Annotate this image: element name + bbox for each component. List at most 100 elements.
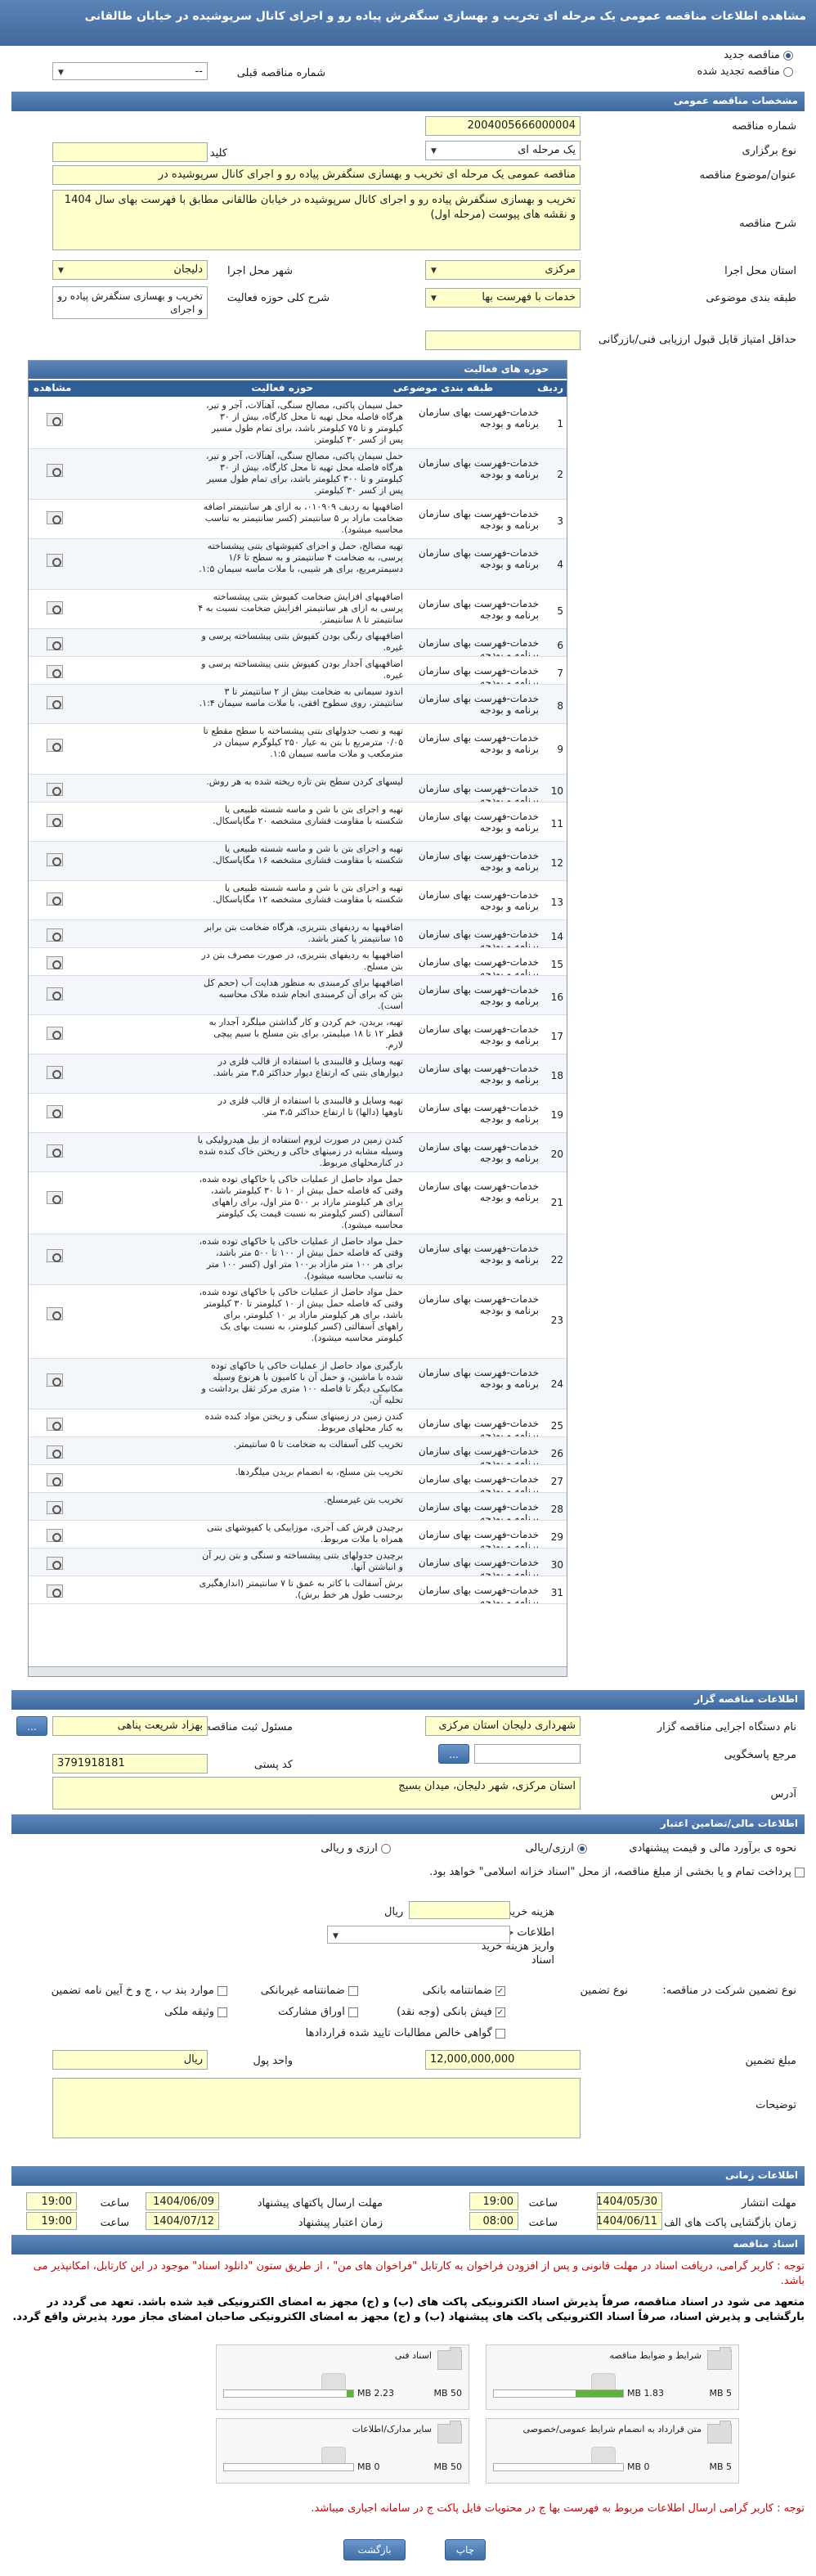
view-icon[interactable] (47, 782, 63, 796)
view-icon[interactable] (47, 955, 63, 969)
treasury-checkbox[interactable] (795, 1867, 805, 1877)
g-property-checkbox[interactable] (217, 2007, 227, 2017)
upload-technical[interactable]: اسناد فنی 50 MB 2.23 MB (216, 2344, 469, 2410)
view-icon[interactable] (47, 1417, 63, 1431)
radio-new-tender[interactable]: مناقصه جدید (724, 49, 793, 61)
g-cash-checkbox[interactable] (495, 2007, 505, 2017)
view-icon[interactable] (47, 1190, 63, 1204)
table-row: 18 خدمات-فهرست بهای سازمان برنامه و بودجه… (29, 1054, 567, 1094)
province-label: استان محل اجرا (724, 265, 796, 277)
view-icon[interactable] (47, 511, 63, 525)
view-icon[interactable] (47, 1027, 63, 1041)
amount-field: 12,000,000,000 (425, 2050, 581, 2070)
return-button[interactable]: بازگشت (343, 2539, 406, 2560)
view-icon[interactable] (47, 814, 63, 828)
postal-field: 3791918181 (52, 1754, 208, 1774)
view-icon[interactable] (47, 696, 63, 710)
prev-number-select[interactable]: -- (52, 62, 208, 80)
view-icon[interactable] (47, 664, 63, 678)
category-select[interactable]: خدمات با فهرست بها (425, 288, 581, 308)
upload-progress (223, 2463, 354, 2471)
col-scope: حوزه فعالیت (251, 382, 313, 393)
activity-grid: حوزه های فعالیت ردیف طبقه بندی موضوعی حو… (28, 360, 567, 1677)
view-icon[interactable] (47, 987, 63, 1001)
view-icon[interactable] (47, 1066, 63, 1080)
radio-renew-tender[interactable]: مناقصه تجدید شده (697, 65, 793, 78)
g-claims-checkbox[interactable] (495, 2028, 505, 2039)
opt-rial-dot[interactable] (577, 1843, 587, 1854)
opt-fx-dot[interactable] (381, 1843, 391, 1854)
view-icon[interactable] (47, 464, 63, 478)
row-category: خدمات-فهرست بهای سازمان برنامه و بودجه (418, 693, 539, 716)
upload-conditions[interactable]: شرایط و ضوابط مناقصه 5 MB 1.83 MB (486, 2344, 739, 2410)
province-select[interactable]: مرکزی (425, 260, 581, 280)
opt-rial[interactable]: ارزی/ریالی (525, 1842, 587, 1854)
print-button[interactable]: چاپ (445, 2539, 486, 2560)
g-bonds-checkbox[interactable] (348, 2007, 358, 2017)
g-bank-checkbox[interactable] (495, 1985, 505, 1996)
row-category: خدمات-فهرست بهای سازمان برنامه و بودجه (418, 1141, 539, 1164)
view-icon[interactable] (47, 413, 63, 427)
row-number: 6 (557, 640, 563, 652)
reference-more-button[interactable]: ... (438, 1744, 469, 1764)
g-cash[interactable]: فیش بانکی (وجه نقد) (397, 2006, 505, 2018)
table-row: 11 خدمات-فهرست بهای سازمان برنامه و بودجه… (29, 802, 567, 842)
official-more-button[interactable]: ... (16, 1716, 47, 1736)
row-scope: اضافهبها برای کرمبندی به منظور هدایت آب … (204, 978, 403, 1011)
section-organizer: اطلاعات مناقصه گزار (11, 1690, 805, 1710)
city-select[interactable]: دلیجان (52, 260, 208, 280)
view-icon[interactable] (47, 1500, 63, 1514)
row-number: 4 (557, 559, 563, 571)
upload-other[interactable]: سایر مدارک/اطلاعات 50 MB 0 MB (216, 2418, 469, 2484)
view-icon[interactable] (47, 636, 63, 650)
section-general: مشخصات مناقصه عمومی (11, 92, 805, 111)
row-category: خدمات-فهرست بهای سازمان برنامه و بودجه (418, 1023, 539, 1046)
pub-time: 19:00 (469, 2192, 518, 2210)
view-icon[interactable] (47, 601, 63, 615)
g-bank[interactable]: ضمانتنامه بانکی (423, 1985, 505, 1997)
scope-list[interactable]: تخریب و بهسازی سنگفرش پیاده رو و اجرای (52, 286, 208, 319)
doc-deadline-label: مهلت ارسال پاکتهای پیشنهاد (257, 2197, 383, 2210)
view-icon[interactable] (47, 1445, 63, 1459)
g-property[interactable]: وثیقه ملکی (164, 2006, 227, 2018)
activity-grid-title: حوزه های فعالیت (29, 361, 567, 379)
view-icon[interactable] (47, 1584, 63, 1598)
view-icon[interactable] (47, 1249, 63, 1263)
scope-label: شرح کلی حوزه فعالیت (226, 292, 330, 304)
row-number: 29 (550, 1531, 563, 1544)
upload-contract[interactable]: متن قرارداد به انضمام شرایط عمومی/خصوصی … (486, 2418, 739, 2484)
g-clauses-checkbox[interactable] (217, 1985, 227, 1996)
row-category: خدمات-فهرست بهای سازمان برنامه و بودجه (418, 1293, 539, 1316)
section-docs: اسناد مناقصه (11, 2235, 805, 2255)
view-icon[interactable] (47, 1306, 63, 1320)
view-icon[interactable] (47, 892, 63, 906)
account-select[interactable] (327, 1926, 510, 1944)
view-icon[interactable] (47, 554, 63, 568)
view-icon[interactable] (47, 1373, 63, 1387)
official-field: بهزاد شریعت پناهی (52, 1716, 208, 1736)
radio-new-dot[interactable] (783, 50, 793, 61)
g-nonbank-checkbox[interactable] (348, 1985, 358, 1996)
g-claims[interactable]: گواهی خالص مطالبات تایید شده قراردادها (306, 2027, 505, 2039)
row-number: 2 (557, 469, 563, 481)
grid-scrollbar[interactable] (29, 1666, 567, 1676)
type-select[interactable]: یک مرحله ای (425, 141, 581, 160)
row-number: 5 (557, 605, 563, 617)
view-icon[interactable] (47, 853, 63, 867)
table-row: 14 خدمات-فهرست بهای سازمان برنامه و بودجه… (29, 920, 567, 948)
radio-renew-dot[interactable] (783, 66, 793, 77)
g-bonds[interactable]: اوراق مشارکت (278, 2006, 358, 2018)
view-icon[interactable] (47, 1144, 63, 1158)
table-row: 27 خدمات-فهرست بهای سازمان برنامه و بودجه… (29, 1465, 567, 1493)
view-icon[interactable] (47, 1105, 63, 1119)
view-icon[interactable] (47, 1556, 63, 1570)
view-icon[interactable] (47, 1528, 63, 1542)
view-icon[interactable] (47, 1472, 63, 1486)
opt-fx[interactable]: ارزی و ریالی (321, 1842, 391, 1854)
view-icon[interactable] (47, 928, 63, 942)
page-title: مشاهده اطلاعات مناقصه عمومی یک مرحله ای … (0, 0, 816, 46)
view-icon[interactable] (47, 739, 63, 753)
g-clauses[interactable]: موارد بند ب ، ج و خ آیین نامه تضمین (52, 1985, 227, 1997)
row-scope: اضافهبهای آجدار بودن کفپوش بتنی پیشساخته… (201, 659, 403, 681)
g-nonbank[interactable]: ضمانتنامه غیربانکی (261, 1985, 358, 1997)
